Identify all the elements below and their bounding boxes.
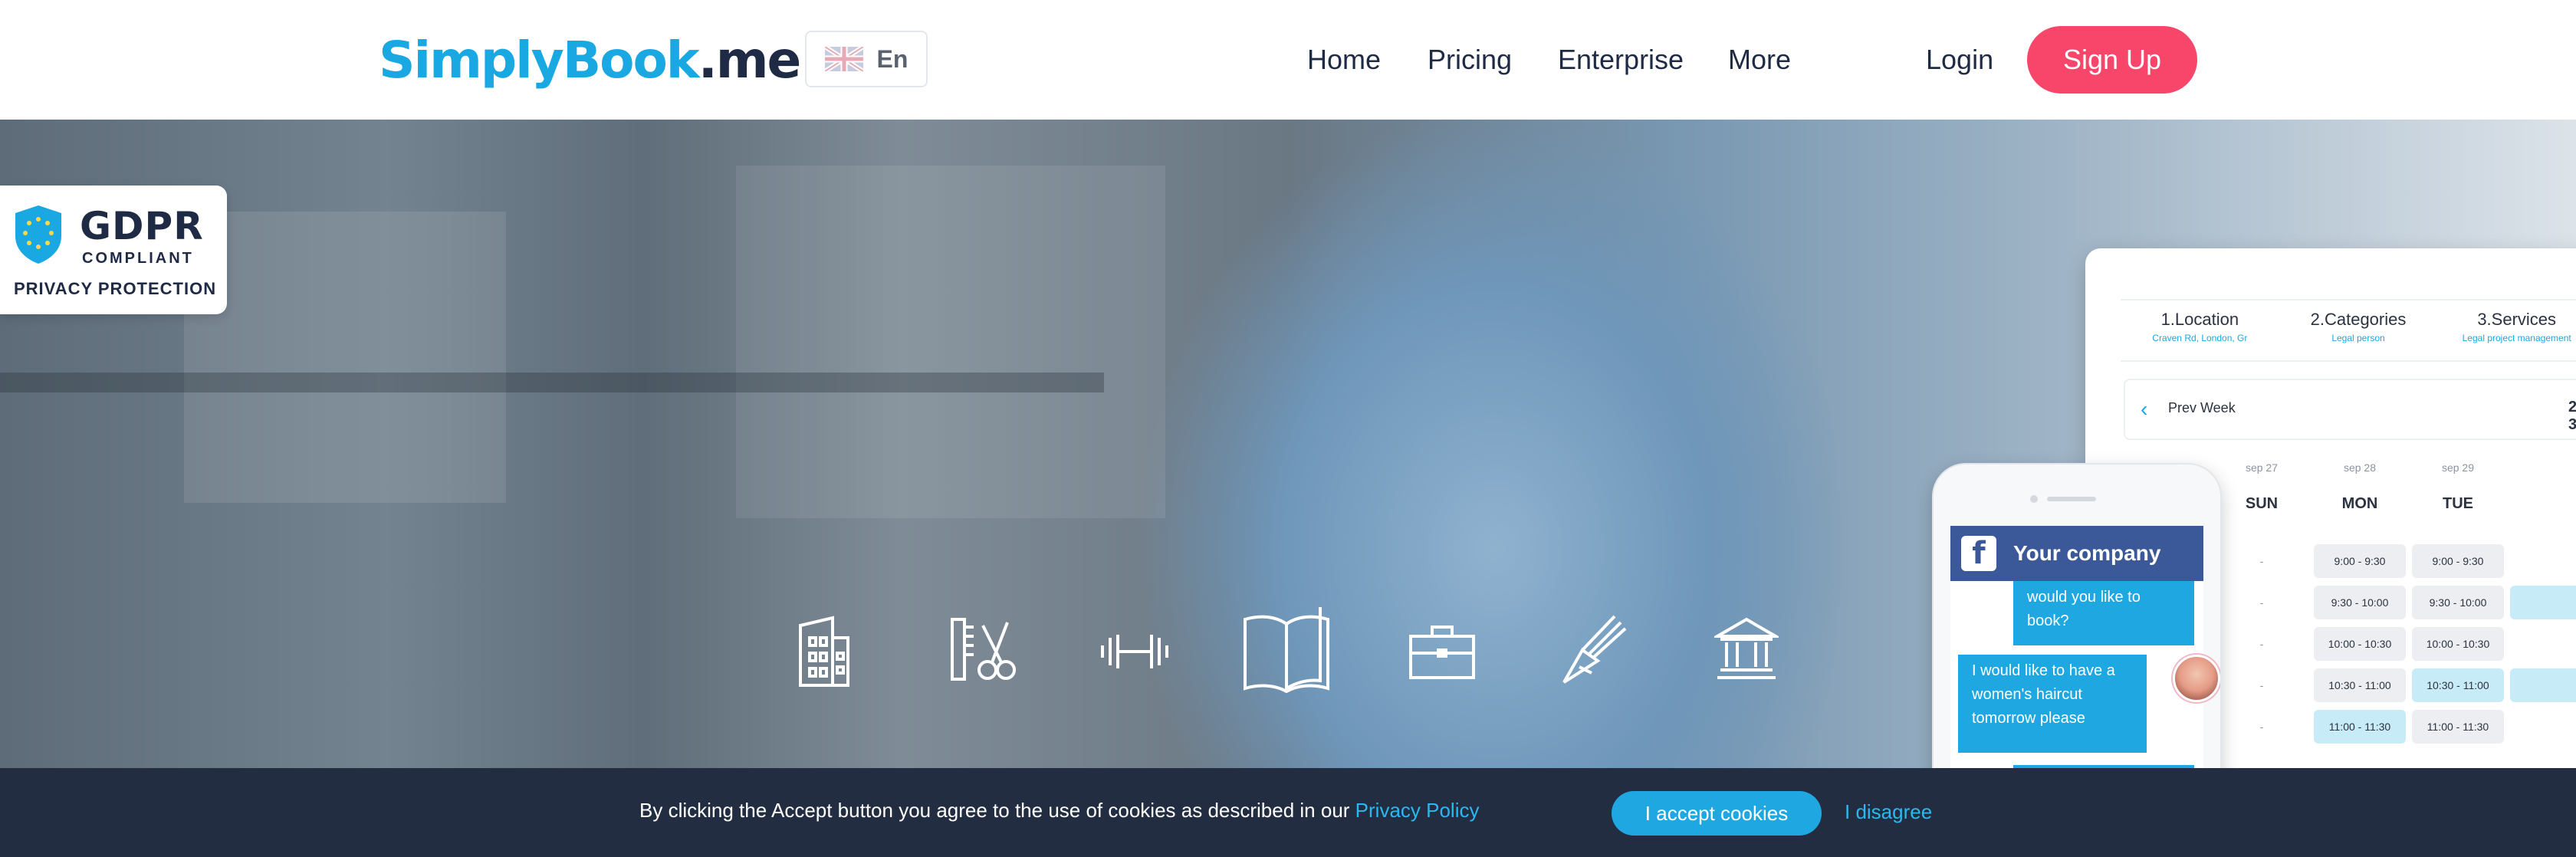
step-label: 1.Location: [2160, 310, 2239, 329]
dumbbell-icon: [1101, 635, 1168, 668]
nav-home[interactable]: Home: [1307, 37, 1381, 83]
bank-icon: [1714, 617, 1779, 679]
time-slot[interactable]: 9:00 - 9:30: [2314, 544, 2406, 578]
language-selector[interactable]: En: [805, 31, 928, 87]
chat-company-name: Your company: [2013, 541, 2161, 565]
step-sub: Craven Rd, London, Gr: [2152, 333, 2248, 343]
time-slot[interactable]: 10:30 - 11:00: [2314, 668, 2406, 702]
day-date: sep 27: [2245, 461, 2279, 474]
time-slot-empty: -: [2259, 638, 2264, 650]
chevron-left-icon: ‹: [2141, 397, 2148, 421]
step-location: 1.Location Craven Rd, London, Gr: [2121, 300, 2279, 360]
nav-pricing[interactable]: Pricing: [1428, 37, 1512, 83]
time-slot[interactable]: 9:30 - 10:00: [2412, 586, 2504, 619]
time-slot[interactable]: 11:00 - 11:30: [2412, 710, 2504, 744]
logo-tld: .me: [698, 30, 802, 90]
background-window: [736, 166, 1165, 518]
time-slot-partial[interactable]: [2510, 586, 2576, 619]
cookie-consent-bar: By clicking the Accept button you agree …: [0, 768, 2576, 857]
time-slot-empty: -: [2259, 679, 2264, 691]
time-slot[interactable]: 10:00 - 10:30: [2314, 627, 2406, 661]
eu-shield-icon: [15, 205, 61, 264]
time-slot[interactable]: 9:30 - 10:00: [2314, 586, 2406, 619]
building-icon: [799, 616, 849, 687]
facebook-icon: f: [1961, 536, 1996, 571]
accept-cookies-button[interactable]: I accept cookies: [1612, 791, 1822, 836]
phone-chat-preview: f Your company would you like to book? I…: [1932, 463, 2222, 819]
logo-brand: SimplyBook: [379, 30, 700, 90]
industry-icons: [790, 599, 1786, 707]
login-link[interactable]: Login: [1926, 37, 1993, 83]
gdpr-subtitle: COMPLIANT: [82, 250, 194, 267]
chat-bubble-user: I would like to have a women's haircut t…: [1958, 655, 2147, 753]
day-name: SUN: [2245, 495, 2279, 512]
step-sub: Legal project management: [2462, 333, 2571, 343]
day-date: sep 28: [2343, 461, 2377, 474]
day-column: sep 29 TUE: [2412, 461, 2504, 513]
gdpr-title: GDPR: [80, 204, 204, 248]
cleaning-brush-icon: [1562, 615, 1627, 684]
time-slot[interactable]: 10:00 - 10:30: [2412, 627, 2504, 661]
step-services: 3.Services Legal project management: [2437, 300, 2576, 360]
open-book-icon: [1244, 607, 1329, 693]
gdpr-caption: PRIVACY PROTECTION: [14, 279, 217, 298]
time-slot-partial[interactable]: [2510, 668, 2576, 702]
week-range: 25 - 31: [2568, 399, 2576, 433]
chat-header: f Your company: [1950, 526, 2203, 581]
day-name: TUE: [2443, 495, 2473, 512]
step-categories: 2.Categories Legal person: [2279, 300, 2438, 360]
uk-flag-icon: [824, 47, 863, 71]
step-label: 2.Categories: [2310, 310, 2407, 329]
language-code: En: [876, 44, 909, 73]
nav-more[interactable]: More: [1728, 37, 1791, 83]
step-label: 3.Services: [2477, 310, 2557, 329]
time-slot[interactable]: 11:00 - 11:30: [2314, 710, 2406, 744]
step-sub: Legal person: [2331, 333, 2385, 343]
phone-speaker: [2047, 497, 2096, 501]
day-date: sep 29: [2441, 461, 2475, 474]
time-slot-empty: -: [2259, 555, 2264, 567]
day-column: sep 28 MON: [2314, 461, 2406, 513]
signup-button[interactable]: Sign Up: [2027, 26, 2197, 94]
briefcase-icon: [1409, 626, 1475, 679]
cookie-text: By clicking the Accept button you agree …: [639, 799, 1355, 822]
gdpr-badge[interactable]: GDPR COMPLIANT PRIVACY PROTECTION: [0, 186, 227, 314]
time-slot-empty: -: [2259, 721, 2264, 733]
booking-steps: 1.Location Craven Rd, London, Gr 2.Catego…: [2121, 299, 2576, 362]
time-slot[interactable]: 9:00 - 9:30: [2412, 544, 2504, 578]
background-frame: [0, 373, 1104, 392]
nav-enterprise[interactable]: Enterprise: [1558, 37, 1684, 83]
time-slot-empty: -: [2259, 596, 2264, 609]
prev-week-label: Prev Week: [2168, 400, 2236, 415]
disagree-link[interactable]: I disagree: [1845, 800, 1932, 824]
background-window: [184, 212, 506, 503]
site-header: SimplyBook .me En Home Pricing Enterprise…: [0, 0, 2576, 120]
simplybook-logo[interactable]: SimplyBook .me: [379, 23, 802, 97]
time-slot[interactable]: 10:30 - 11:00: [2412, 668, 2504, 702]
week-navigator: ‹ Prev Week 25 - 31: [2124, 379, 2576, 440]
day-column: sep 27 SUN: [2216, 461, 2308, 513]
privacy-policy-link[interactable]: Privacy Policy: [1355, 799, 1480, 822]
comb-scissors-icon: [951, 618, 1016, 681]
phone-camera: [2030, 495, 2038, 503]
day-name: MON: [2341, 495, 2378, 512]
cookie-message: By clicking the Accept button you agree …: [639, 799, 1480, 823]
user-avatar: [2173, 655, 2220, 702]
chat-bubble-bot: would you like to book?: [2013, 581, 2194, 645]
